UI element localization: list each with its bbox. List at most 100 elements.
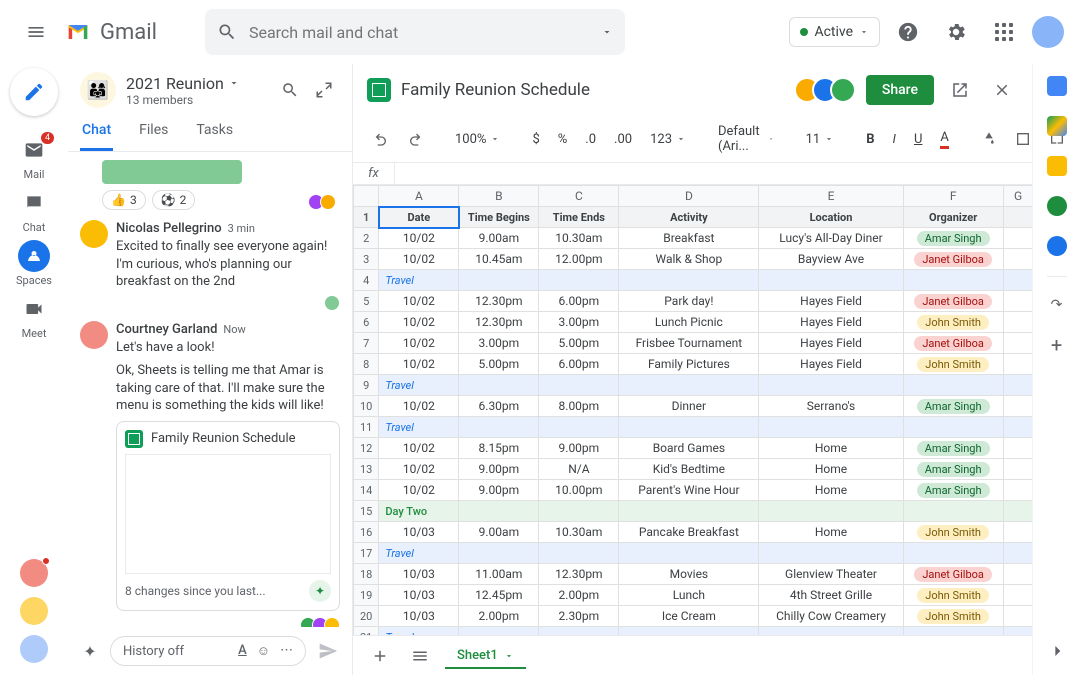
smart-compose-button[interactable]: ✦ xyxy=(76,637,104,665)
nav-mail[interactable]: 4 Mail xyxy=(6,134,62,181)
more-icon[interactable]: ⋯ xyxy=(280,643,293,659)
spreadsheet-grid[interactable]: ABCDEFG1DateTime BeginsTime EndsActivity… xyxy=(353,185,1032,635)
msg-time: Now xyxy=(223,323,245,336)
space-members: 13 members xyxy=(126,93,240,107)
number-format-dropdown[interactable]: 123 xyxy=(644,128,692,151)
fontsize-dropdown[interactable]: 11 xyxy=(800,128,841,151)
sender-name: Courtney Garland xyxy=(116,322,217,337)
get-addons-button[interactable]: + xyxy=(1051,333,1062,357)
currency-button[interactable]: $ xyxy=(526,128,545,151)
calendar-icon[interactable] xyxy=(1047,76,1067,96)
pinned-chat-3[interactable] xyxy=(20,635,48,663)
chevron-down-icon xyxy=(859,27,869,37)
reaction-soccer[interactable]: ⚽2 xyxy=(152,190,196,210)
search-icon xyxy=(217,22,237,42)
sheet-tab[interactable]: Sheet1 xyxy=(445,642,526,669)
mail-icon xyxy=(24,140,44,160)
help-button[interactable] xyxy=(888,12,928,52)
collaborator-avatars[interactable] xyxy=(802,77,856,103)
settings-button[interactable] xyxy=(936,12,976,52)
search-input[interactable] xyxy=(249,23,589,42)
send-button[interactable] xyxy=(312,635,344,667)
document-title[interactable]: Family Reunion Schedule xyxy=(401,80,792,100)
sheets-icon xyxy=(367,78,391,102)
tasks-icon[interactable] xyxy=(1047,196,1067,216)
sheets-icon xyxy=(125,430,143,448)
nav-meet[interactable]: Meet xyxy=(6,293,62,340)
undo-button[interactable] xyxy=(367,127,395,151)
msg-text: Excited to finally see everyone again! I… xyxy=(116,238,340,291)
nav-chat[interactable]: Chat xyxy=(6,187,62,234)
add-sheet-button[interactable] xyxy=(365,643,395,669)
keep-icon[interactable] xyxy=(1047,156,1067,176)
status-button[interactable]: Active xyxy=(789,17,880,47)
chevron-down-icon[interactable] xyxy=(228,77,240,89)
redo-button[interactable] xyxy=(401,127,429,151)
zoom-dropdown[interactable]: 100% xyxy=(449,128,506,151)
main-menu-button[interactable] xyxy=(16,12,56,52)
mail-badge: 4 xyxy=(41,132,54,144)
close-button[interactable] xyxy=(986,74,1018,106)
space-avatar: 👨‍👩‍👧 xyxy=(80,72,116,108)
pinned-chat-2[interactable] xyxy=(20,597,48,625)
history-off-label: History off xyxy=(123,644,184,659)
apps-button[interactable] xyxy=(984,12,1024,52)
addon-button[interactable]: ↷ xyxy=(1051,297,1063,313)
underline-button[interactable]: U xyxy=(908,128,928,151)
gmail-logo: Gmail xyxy=(64,18,157,46)
sender-name: Nicolas Pellegrino xyxy=(116,221,222,236)
nav-spaces[interactable]: Spaces xyxy=(6,240,62,287)
formula-bar[interactable] xyxy=(395,163,1032,184)
status-dot-icon xyxy=(800,28,808,36)
hide-panel-button[interactable] xyxy=(1047,641,1067,661)
format-icon[interactable]: A xyxy=(238,643,247,659)
sheet-thumbnail xyxy=(125,454,331,574)
collapse-button[interactable] xyxy=(308,74,340,106)
image-attachment[interactable] xyxy=(102,160,242,184)
text-color-button[interactable]: A xyxy=(934,126,954,153)
search-in-space-button[interactable] xyxy=(274,74,306,106)
percent-button[interactable]: % xyxy=(552,128,574,151)
msg-text: Ok, Sheets is telling me that Amar is ta… xyxy=(116,362,340,415)
msg-time: 3 min xyxy=(228,222,255,235)
tab-files[interactable]: Files xyxy=(137,112,170,151)
search-options-icon[interactable] xyxy=(601,26,613,38)
bold-button[interactable]: B xyxy=(860,128,880,151)
pinned-chat-1[interactable] xyxy=(20,559,48,587)
fx-label: fx xyxy=(353,163,395,184)
chat-icon xyxy=(24,193,44,213)
msg-text: Let's have a look! xyxy=(116,339,340,357)
share-button[interactable]: Share xyxy=(866,75,934,105)
drive-icon[interactable] xyxy=(1047,116,1067,136)
sheets-toolbar: 100% $ % .0 .00 123 Default (Ari... 11 B… xyxy=(353,116,1032,163)
side-panel-rail: ↷ + xyxy=(1032,64,1080,675)
sparkle-icon: ✦ xyxy=(309,580,331,602)
reactions: 👍3 ⚽2 xyxy=(102,190,195,210)
account-avatar[interactable] xyxy=(1032,16,1064,48)
tab-tasks[interactable]: Tasks xyxy=(194,112,235,151)
contacts-icon[interactable] xyxy=(1047,236,1067,256)
message-input[interactable]: History off A ☺ ⋯ xyxy=(110,636,306,666)
open-external-button[interactable] xyxy=(944,74,976,106)
search-box[interactable] xyxy=(205,9,625,55)
emoji-icon[interactable]: ☺ xyxy=(257,643,270,659)
meet-icon xyxy=(24,299,44,319)
fill-color-button[interactable] xyxy=(975,127,1003,151)
tab-chat[interactable]: Chat xyxy=(80,112,113,151)
sheet-attachment-card[interactable]: Family Reunion Schedule 8 changes since … xyxy=(116,421,340,611)
avatar xyxy=(80,220,108,248)
spaces-icon xyxy=(24,246,44,266)
all-sheets-button[interactable] xyxy=(405,643,435,669)
changes-text: 8 changes since you last... xyxy=(125,584,265,598)
pencil-icon xyxy=(23,81,45,103)
reaction-thumbsup[interactable]: 👍3 xyxy=(102,190,146,210)
avatar xyxy=(80,321,108,349)
italic-button[interactable]: I xyxy=(887,128,902,151)
compose-button[interactable] xyxy=(10,68,58,116)
product-name: Gmail xyxy=(100,20,157,45)
font-dropdown[interactable]: Default (Ari... xyxy=(712,120,780,158)
decrease-decimal-button[interactable]: .0 xyxy=(579,128,602,151)
status-text: Active xyxy=(814,24,853,40)
increase-decimal-button[interactable]: .00 xyxy=(608,128,638,151)
space-title: 2021 Reunion xyxy=(126,74,224,93)
